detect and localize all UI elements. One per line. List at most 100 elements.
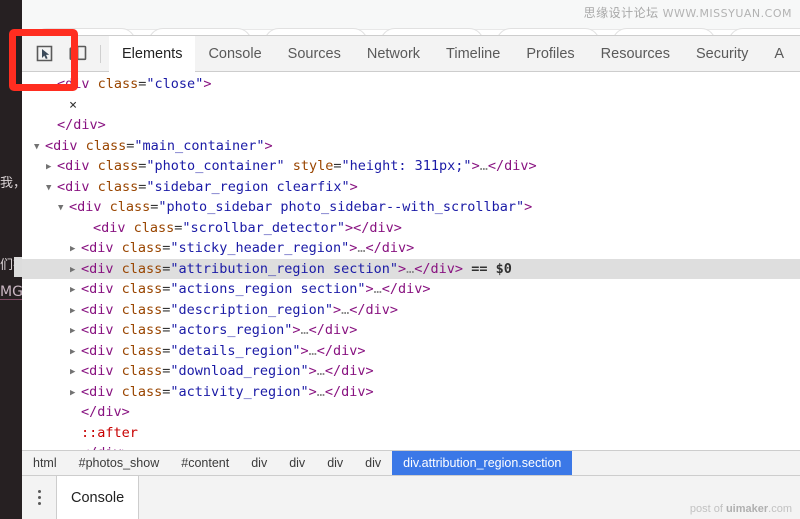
chevron-right-icon[interactable] [46, 157, 57, 178]
dom-node[interactable]: × [22, 95, 800, 116]
dom-node[interactable]: <div class="main_container"> [22, 136, 800, 157]
dom-token: </div> [381, 281, 431, 297]
dom-node[interactable]: </div> [22, 115, 800, 136]
watermark-bottom-brand: uimaker [725, 503, 769, 515]
tab-resources[interactable]: Resources [588, 36, 683, 72]
dom-token: "details_region" [170, 342, 301, 359]
watermark-bottom-prefix: post of [689, 503, 726, 515]
devtools-window: Elements Console Sources Network Timeline Pro… [22, 35, 800, 519]
dom-token: </div> [324, 383, 374, 400]
chevron-right-icon[interactable] [70, 383, 81, 404]
dom-token: "sticky_header_region" [170, 240, 350, 256]
breadcrumb-item[interactable]: div [316, 451, 354, 475]
dom-node[interactable]: <div class="actors_region">…</div> [22, 320, 800, 341]
dom-token: … [373, 281, 382, 297]
dom-token: style [292, 158, 334, 174]
dom-token: class [97, 178, 139, 195]
chevron-down-icon[interactable] [46, 178, 57, 199]
tab-a[interactable]: A [761, 36, 797, 72]
dom-token: </div> [81, 445, 130, 450]
dom-node-selected[interactable]: <div class="attribution_region section">… [22, 258, 800, 281]
dom-token: "attribution_region section" [170, 260, 398, 277]
breadcrumb-item[interactable]: div [240, 451, 278, 475]
dom-token: "download_region" [170, 363, 309, 379]
dom-token: class [121, 260, 163, 277]
dom-token: … [308, 342, 317, 359]
chevron-down-icon[interactable] [34, 137, 45, 158]
dom-token: <div [93, 219, 134, 236]
dom-node[interactable]: <div class="actions_region section">…</d… [22, 279, 800, 300]
dom-token: class [121, 363, 163, 379]
tab-sources[interactable]: Sources [275, 36, 354, 72]
breadcrumb-item[interactable]: html [22, 451, 68, 475]
drawer-tab-console[interactable]: Console [56, 475, 140, 519]
dom-token: class [121, 301, 163, 318]
dom-token: class [121, 281, 163, 297]
tab-profiles[interactable]: Profiles [513, 36, 587, 72]
dom-token: class [121, 342, 163, 359]
dom-token: … [316, 383, 325, 400]
tab-network[interactable]: Network [354, 36, 433, 72]
chevron-right-icon[interactable] [70, 239, 81, 260]
dom-token: > [300, 342, 309, 359]
tab-console[interactable]: Console [195, 36, 274, 72]
dom-token: … [357, 240, 366, 256]
tab-timeline[interactable]: Timeline [433, 36, 513, 72]
dom-token: > [398, 260, 407, 277]
dom-token: <div [57, 178, 98, 195]
dom-token: </div> [487, 158, 537, 174]
tab-elements[interactable]: Elements [109, 36, 196, 72]
dom-token: <div [81, 383, 122, 400]
dom-token: > [471, 158, 480, 174]
chevron-down-icon[interactable] [58, 198, 69, 219]
breadcrumb-item[interactable]: div [354, 451, 392, 475]
dom-node[interactable]: <div class="activity_region">…</div> [22, 382, 800, 403]
dom-token: "scrollbar_detector" [182, 219, 345, 236]
dom-node[interactable]: <div class="description_region">…</div> [22, 300, 800, 321]
dom-node[interactable]: <div class="photo_sidebar photo_sidebar-… [22, 197, 800, 218]
watermark-bottom-suffix: .com [768, 503, 792, 515]
breadcrumb-item[interactable]: #photos_show [68, 451, 171, 475]
dom-token: ::after [81, 424, 138, 441]
dom-tree-panel[interactable]: <div class="close">×</div><div class="ma… [22, 72, 800, 450]
inspect-element-icon[interactable] [28, 39, 61, 69]
dom-node[interactable]: <div class="photo_container" style="heig… [22, 156, 800, 177]
dom-token: class [97, 158, 139, 174]
chevron-right-icon[interactable] [70, 321, 81, 342]
dom-token: "actions_region section" [170, 281, 366, 297]
breadcrumb-item[interactable]: div.attribution_region.section [392, 451, 573, 475]
dom-token: "close" [146, 76, 204, 92]
chevron-right-icon[interactable] [70, 301, 81, 322]
dom-token: class [121, 240, 163, 256]
dom-node[interactable]: <div class="download_region">…</div> [22, 361, 800, 382]
dom-token: </div> [316, 342, 366, 359]
dom-token: </div> [414, 260, 464, 277]
breadcrumb-item[interactable]: div [278, 451, 316, 475]
kebab-menu-icon[interactable] [22, 476, 56, 519]
dom-node[interactable]: </div> [22, 402, 800, 423]
dom-node[interactable]: <div class="close"> [22, 74, 800, 95]
dom-token: > [349, 178, 358, 195]
dom-token: "photo_sidebar photo_sidebar--with_scrol… [158, 199, 525, 215]
chevron-right-icon[interactable] [70, 342, 81, 363]
dom-token: "photo_container" [146, 158, 285, 174]
dom-node[interactable]: ::after [22, 423, 800, 444]
dom-token: ></div> [344, 219, 402, 236]
chevron-right-icon[interactable] [70, 260, 81, 281]
breadcrumb-item[interactable]: #content [170, 451, 240, 475]
chevron-right-icon[interactable] [70, 362, 81, 383]
dom-token: <div [81, 240, 122, 256]
dom-node[interactable]: <div class="scrollbar_detector"></div> [22, 218, 800, 239]
dom-node[interactable]: <div class="details_region">…</div> [22, 341, 800, 362]
dom-node[interactable]: <div class="sticky_header_region">…</div… [22, 238, 800, 259]
dom-node[interactable]: <div class="sidebar_region clearfix"> [22, 177, 800, 198]
tab-security[interactable]: Security [683, 36, 761, 72]
dom-token: <div [81, 301, 122, 318]
dom-token: </div> [308, 322, 358, 338]
watermark-top: 思缘设计论坛 WWW.MISSYUAN.COM [584, 4, 792, 21]
dom-token: > [308, 383, 317, 400]
dom-node[interactable]: </div> [22, 443, 800, 450]
device-toolbar-icon[interactable] [61, 39, 94, 69]
chevron-right-icon[interactable] [70, 280, 81, 301]
dom-token: <div [81, 322, 122, 338]
